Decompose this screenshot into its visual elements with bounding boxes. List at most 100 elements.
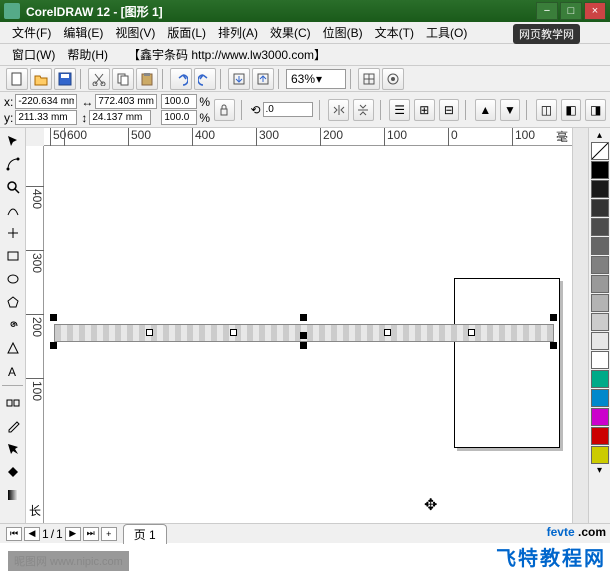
selection-handle[interactable] xyxy=(300,314,307,321)
ruler-horizontal[interactable]: 50 600 500 400 300 200 100 0 100 毫米 xyxy=(44,128,572,146)
weld-button[interactable]: ◨ xyxy=(585,99,606,121)
menu-effects[interactable]: 效果(C) xyxy=(264,22,317,43)
swatch-none[interactable] xyxy=(591,142,609,160)
new-button[interactable] xyxy=(6,68,28,90)
combine-button[interactable]: ◫ xyxy=(536,99,557,121)
spiral-tool[interactable] xyxy=(2,314,24,336)
swatch[interactable] xyxy=(591,389,609,407)
rotation-input[interactable] xyxy=(263,102,313,117)
swatch[interactable] xyxy=(591,256,609,274)
eyedropper-tool[interactable] xyxy=(2,415,24,437)
palette-up[interactable]: ▴ xyxy=(591,130,608,141)
page-last[interactable]: ⏭ xyxy=(83,527,99,541)
interactive-fill-tool[interactable] xyxy=(2,484,24,506)
lock-ratio-button[interactable] xyxy=(214,99,235,121)
pick-tool[interactable] xyxy=(2,130,24,152)
blend-tool[interactable] xyxy=(2,392,24,414)
selection-handle[interactable] xyxy=(300,342,307,349)
zoom-tool[interactable] xyxy=(2,176,24,198)
text-tool[interactable]: A xyxy=(2,360,24,382)
mirror-v-button[interactable] xyxy=(353,99,374,121)
basic-shapes-tool[interactable] xyxy=(2,337,24,359)
page-tab[interactable]: 页 1 xyxy=(123,524,167,544)
group-button[interactable]: ⊞ xyxy=(414,99,435,121)
shape-tool[interactable] xyxy=(2,153,24,175)
ellipse-tool[interactable] xyxy=(2,268,24,290)
to-front-button[interactable]: ▲ xyxy=(475,99,496,121)
scrollbar-vertical[interactable] xyxy=(572,128,588,523)
outline-tool[interactable] xyxy=(2,438,24,460)
palette-down[interactable]: ▾ xyxy=(591,465,608,476)
menu-tools[interactable]: 工具(O) xyxy=(420,22,473,43)
swatch[interactable] xyxy=(591,180,609,198)
menu-help[interactable]: 帮助(H) xyxy=(61,44,114,65)
page-add[interactable]: + xyxy=(101,527,117,541)
ruler-vertical[interactable]: 400 300 200 100 长 xyxy=(26,146,44,523)
menu-view[interactable]: 视图(V) xyxy=(109,22,161,43)
align-button[interactable]: ☰ xyxy=(389,99,410,121)
menu-bitmap[interactable]: 位图(B) xyxy=(317,22,369,43)
smart-draw-tool[interactable] xyxy=(2,222,24,244)
paste-button[interactable] xyxy=(136,68,158,90)
page-first[interactable]: ⏮ xyxy=(6,527,22,541)
close-button[interactable]: × xyxy=(584,2,606,20)
swatch[interactable] xyxy=(591,237,609,255)
polygon-tool[interactable] xyxy=(2,291,24,313)
menu-text[interactable]: 文本(T) xyxy=(369,22,420,43)
fill-tool[interactable] xyxy=(2,461,24,483)
zoom-combo[interactable]: 63%▾ xyxy=(286,69,346,89)
mirror-h-button[interactable] xyxy=(328,99,349,121)
menu-layout[interactable]: 版面(L) xyxy=(161,22,212,43)
x-input[interactable] xyxy=(15,94,77,109)
page-prev[interactable]: ◀ xyxy=(24,527,40,541)
y-input[interactable] xyxy=(15,110,77,125)
scale-y-input[interactable] xyxy=(161,110,197,125)
swatch[interactable] xyxy=(591,313,609,331)
swatch[interactable] xyxy=(591,408,609,426)
canvas[interactable]: ✥ xyxy=(44,146,572,523)
height-input[interactable] xyxy=(89,110,151,125)
swatch[interactable] xyxy=(591,218,609,236)
freehand-tool[interactable] xyxy=(2,199,24,221)
node-handle[interactable] xyxy=(230,329,237,336)
width-input[interactable] xyxy=(95,94,157,109)
save-button[interactable] xyxy=(54,68,76,90)
redo-button[interactable] xyxy=(194,68,216,90)
swatch[interactable] xyxy=(591,427,609,445)
selection-handle[interactable] xyxy=(50,314,57,321)
break-button[interactable]: ◧ xyxy=(561,99,582,121)
menu-edit[interactable]: 编辑(E) xyxy=(57,22,109,43)
rectangle-tool[interactable] xyxy=(2,245,24,267)
swatch[interactable] xyxy=(591,351,609,369)
swatch[interactable] xyxy=(591,199,609,217)
page-next[interactable]: ▶ xyxy=(65,527,81,541)
selection-handle[interactable] xyxy=(550,342,557,349)
node-handle[interactable] xyxy=(384,329,391,336)
minimize-button[interactable]: − xyxy=(536,2,558,20)
open-button[interactable] xyxy=(30,68,52,90)
swatch[interactable] xyxy=(591,161,609,179)
snap-button[interactable] xyxy=(358,68,380,90)
to-back-button[interactable]: ▼ xyxy=(500,99,521,121)
menu-arrange[interactable]: 排列(A) xyxy=(212,22,264,43)
ungroup-button[interactable]: ⊟ xyxy=(439,99,460,121)
swatch[interactable] xyxy=(591,275,609,293)
cut-button[interactable] xyxy=(88,68,110,90)
undo-button[interactable] xyxy=(170,68,192,90)
node-handle[interactable] xyxy=(146,329,153,336)
menu-window[interactable]: 窗口(W) xyxy=(6,44,61,65)
swatch[interactable] xyxy=(591,446,609,464)
options-button[interactable] xyxy=(382,68,404,90)
maximize-button[interactable]: □ xyxy=(560,2,582,20)
import-button[interactable] xyxy=(228,68,250,90)
menu-file[interactable]: 文件(F) xyxy=(6,22,57,43)
selection-handle[interactable] xyxy=(550,314,557,321)
scale-x-input[interactable] xyxy=(161,94,197,109)
selection-handle[interactable] xyxy=(300,332,307,339)
swatch[interactable] xyxy=(591,332,609,350)
swatch[interactable] xyxy=(591,370,609,388)
export-button[interactable] xyxy=(252,68,274,90)
selection-handle[interactable] xyxy=(50,342,57,349)
node-handle[interactable] xyxy=(468,329,475,336)
copy-button[interactable] xyxy=(112,68,134,90)
